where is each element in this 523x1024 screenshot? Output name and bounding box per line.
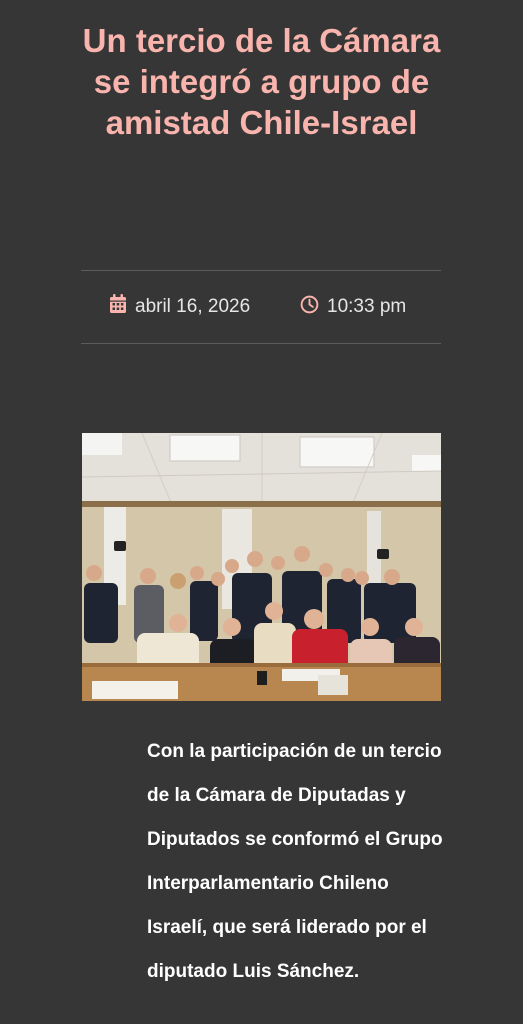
meta-divider-top [81,270,441,271]
content-indent-marker [133,735,135,1024]
article-body: Con la participación de un tercio de la … [147,741,443,982]
article-title: Un tercio de la Cámara se integró a grup… [82,22,441,141]
clock-icon [300,295,327,320]
article-meta: abril 16, 2026 10:33 pm [81,292,441,322]
publish-date: abril 16, 2026 [109,292,250,322]
group-photo-illustration [82,433,441,701]
publish-time-text: 10:33 pm [327,296,407,317]
calendar-icon [109,294,135,320]
publish-time: 10:33 pm [300,292,406,322]
meta-divider-bottom [81,343,441,344]
article-page: Un tercio de la Cámara se integró a grup… [0,0,523,1024]
publish-date-text: abril 16, 2026 [135,296,251,317]
article-photo[interactable] [82,433,441,701]
